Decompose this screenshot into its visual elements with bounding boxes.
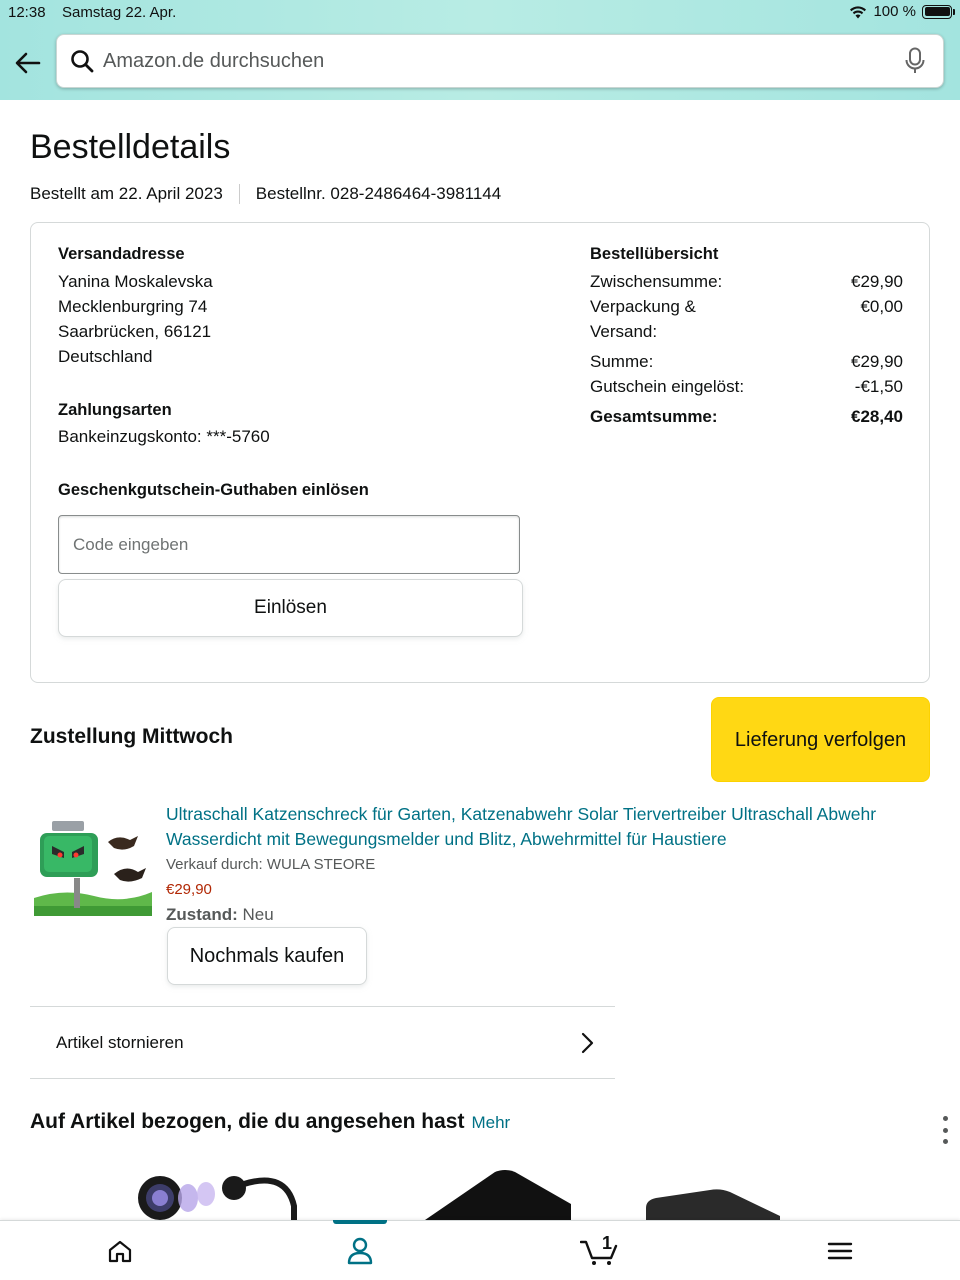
payment-method: Bankeinzugskonto: ***-5760 bbox=[58, 427, 270, 446]
cart-count: 1 bbox=[602, 1233, 613, 1253]
cancel-item-label: Artikel stornieren bbox=[56, 1032, 184, 1052]
shipping-address: Versandadresse Yanina Moskalevska Meckle… bbox=[58, 245, 213, 369]
related-carousel bbox=[0, 1160, 960, 1220]
track-package-button[interactable]: Lieferung verfolgen bbox=[711, 697, 930, 782]
condition-label: Zustand: bbox=[166, 905, 238, 924]
voucher-value: -€1,50 bbox=[854, 377, 903, 396]
search-icon[interactable] bbox=[57, 49, 103, 73]
search-bar[interactable] bbox=[56, 34, 944, 88]
voucher-label: Gutschein eingelöst: bbox=[590, 377, 745, 396]
header-bar: 12:38 Samstag 22. Apr. 100 % bbox=[0, 0, 960, 100]
nav-account[interactable] bbox=[240, 1221, 480, 1280]
condition-value: Neu bbox=[242, 905, 274, 924]
gift-card-heading: Geschenkgutschein-Guthaben einlösen bbox=[58, 481, 369, 499]
back-arrow-icon[interactable] bbox=[12, 47, 44, 79]
battery-percent: 100 % bbox=[873, 3, 916, 20]
buy-again-button[interactable]: Nochmals kaufen bbox=[167, 927, 367, 985]
more-options-icon[interactable] bbox=[936, 1116, 954, 1144]
order-number: Bestellnr. 028-2486464-3981144 bbox=[255, 184, 502, 203]
sum-value: €29,90 bbox=[851, 352, 903, 371]
gift-code-input[interactable] bbox=[58, 515, 520, 574]
product-title-link[interactable]: Ultraschall Katzenschreck für Garten, Ka… bbox=[166, 802, 916, 852]
status-bar: 12:38 Samstag 22. Apr. 100 % bbox=[8, 3, 955, 23]
nav-cart[interactable]: 1 bbox=[480, 1221, 720, 1280]
related-product-powerbank[interactable] bbox=[415, 1168, 575, 1220]
summary-row-total: Gesamtsumme: €28,40 bbox=[590, 404, 903, 429]
meta-divider bbox=[238, 184, 240, 204]
payment-heading: Zahlungsarten bbox=[58, 401, 172, 419]
total-label: Gesamtsumme: bbox=[590, 407, 718, 426]
delivery-heading: Zustellung Mittwoch bbox=[30, 725, 233, 748]
status-time: 12:38 bbox=[8, 4, 46, 21]
subtotal-value: €29,90 bbox=[851, 272, 903, 291]
product-condition: Zustand: Neu bbox=[166, 905, 274, 925]
shipping-cost-label: Verpackung & Versand: bbox=[590, 297, 696, 341]
product-price: €29,90 bbox=[166, 881, 212, 898]
address-line: Saarbrücken, 66121 bbox=[58, 322, 212, 341]
nav-menu[interactable] bbox=[720, 1221, 960, 1280]
chevron-right-icon bbox=[581, 1032, 594, 1053]
related-heading: Auf Artikel bezogen, die du angesehen ha… bbox=[30, 1110, 510, 1134]
order-meta: Bestellt am 22. April 2023 Bestellnr. 02… bbox=[30, 184, 501, 204]
related-product-camera[interactable] bbox=[136, 1166, 306, 1220]
summary-row-subtotal: Zwischensumme: €29,90 bbox=[590, 269, 903, 294]
summary-heading: Bestellübersicht bbox=[590, 245, 719, 263]
search-input[interactable] bbox=[103, 49, 887, 73]
product-seller: Verkauf durch: WULA STEORE bbox=[166, 856, 376, 873]
address-line: Yanina Moskalevska bbox=[58, 272, 213, 291]
user-icon bbox=[347, 1237, 373, 1264]
cart-icon bbox=[580, 1240, 618, 1265]
battery-icon bbox=[922, 4, 955, 19]
related-title: Auf Artikel bezogen, die du angesehen ha… bbox=[30, 1110, 465, 1133]
order-details-card: Versandadresse Yanina Moskalevska Meckle… bbox=[30, 222, 930, 683]
summary-row-shipping: Verpackung & Versand: €0,00 bbox=[590, 294, 903, 344]
summary-row-voucher: Gutschein eingelöst: -€1,50 bbox=[590, 374, 903, 399]
address-line: Mecklenburgring 74 bbox=[58, 297, 208, 316]
shipping-cost-value: €0,00 bbox=[860, 297, 903, 316]
nav-home[interactable] bbox=[0, 1221, 240, 1280]
summary-row-sum: Summe: €29,90 bbox=[590, 349, 903, 374]
more-link[interactable]: Mehr bbox=[471, 1113, 510, 1133]
total-value: €28,40 bbox=[851, 407, 903, 426]
status-date: Samstag 22. Apr. bbox=[62, 4, 177, 21]
order-summary: Bestellübersicht Zwischensumme: €29,90 V… bbox=[590, 245, 903, 429]
product-image[interactable] bbox=[34, 818, 152, 916]
divider bbox=[30, 1078, 615, 1079]
related-product-case[interactable] bbox=[640, 1186, 785, 1220]
home-icon bbox=[108, 1240, 132, 1262]
order-date: Bestellt am 22. April 2023 bbox=[30, 184, 223, 203]
bottom-navigation: 1 bbox=[0, 1220, 960, 1280]
address-line: Deutschland bbox=[58, 347, 153, 366]
payment-methods: Zahlungsarten Bankeinzugskonto: ***-5760 bbox=[58, 401, 270, 449]
shipping-heading: Versandadresse bbox=[58, 245, 185, 263]
page-title: Bestelldetails bbox=[30, 128, 231, 166]
sum-label: Summe: bbox=[590, 352, 654, 371]
cancel-item-row[interactable]: Artikel stornieren bbox=[30, 1007, 615, 1078]
redeem-button[interactable]: Einlösen bbox=[58, 579, 523, 637]
wifi-icon bbox=[850, 5, 867, 18]
microphone-icon[interactable] bbox=[887, 47, 943, 75]
menu-icon bbox=[827, 1242, 853, 1259]
subtotal-label: Zwischensumme: bbox=[590, 272, 723, 291]
